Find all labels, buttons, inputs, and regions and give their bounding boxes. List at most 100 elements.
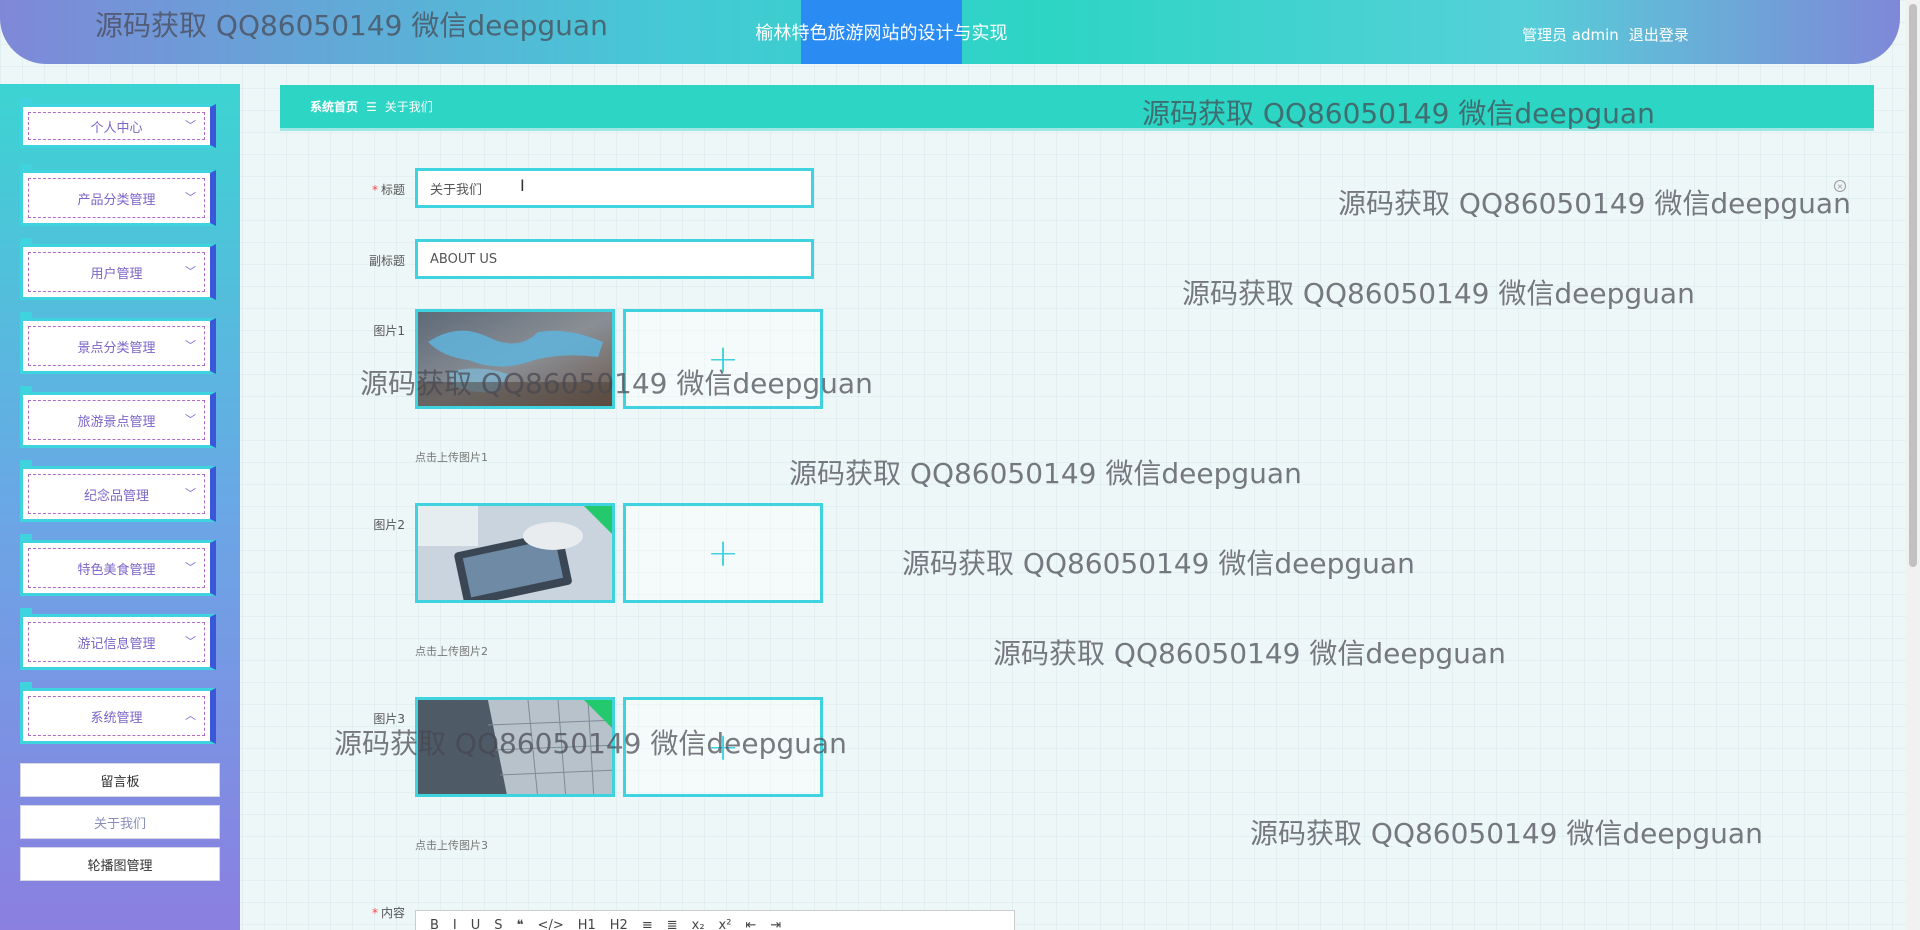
breadcrumb-current: 关于我们 [384,100,433,114]
chevron-down-icon: ﹀ [185,635,196,649]
image3-label: 图片3 [275,710,405,727]
strike-button[interactable]: S [494,918,502,930]
plus-icon: + [707,725,739,769]
logout-link[interactable]: 退出登录 [1629,24,1689,45]
image3-upload-tip: 点击上传图片3 [415,839,488,852]
superscript-button[interactable]: x² [719,918,732,930]
sidebar-item-inner: 特色美食管理 ﹀ [28,548,205,588]
watermark: 源码获取 QQ86050149 微信deepguan [1338,187,1851,220]
close-icon[interactable]: × [1834,180,1846,192]
sidebar-item-inner: 系统管理 ︿ [28,696,205,736]
sidebar-item-scenic-spots[interactable]: 旅游景点管理 ﹀ [20,386,216,448]
sidebar-item-inner: 产品分类管理 ﹀ [28,178,205,218]
sidebar-item-system[interactable]: 系统管理 ︿ [20,682,216,744]
watermark: 源码获取 QQ86050149 微信deepguan [789,457,1302,490]
sidebar-item-personal-center[interactable]: 个人中心 ﹀ [20,98,216,148]
sidebar-item-label: 游记信息管理 [77,636,156,652]
sidebar-subitem-label: 轮播图管理 [87,858,153,874]
user-area: 管理员 admin 退出登录 [1522,24,1689,45]
plus-icon: + [707,337,739,381]
sidebar-item-product-category[interactable]: 产品分类管理 ﹀ [20,164,216,226]
outdent-button[interactable]: ⇤ [745,918,756,930]
sidebar-item-inner: 用户管理 ﹀ [28,252,205,292]
h1-button[interactable]: H1 [578,918,596,930]
image1-upload-tip: 点击上传图片1 [415,451,488,464]
image3-thumbnail[interactable] [415,697,615,797]
sidebar-item-scenic-category[interactable]: 景点分类管理 ﹀ [20,312,216,374]
corner-ribbon [584,506,612,534]
sidebar-item-inner: 景点分类管理 ﹀ [28,326,205,366]
sidebar-item-label: 用户管理 [90,266,143,282]
image1-thumbnail[interactable] [415,309,615,409]
corner-ribbon [584,700,612,728]
sidebar-item-users[interactable]: 用户管理 ﹀ [20,238,216,300]
image3-label-text: 图片3 [373,712,405,726]
sidebar-subitem-label: 关于我们 [93,816,146,832]
sidebar-subitem-label: 留言板 [100,774,140,790]
subscript-button[interactable]: x₂ [692,918,705,930]
chevron-down-icon: ﹀ [185,191,196,205]
page-scrollbar[interactable] [1906,0,1920,930]
chevron-down-icon: ﹀ [185,487,196,501]
sidebar-item-label: 产品分类管理 [77,192,156,208]
site-title: 榆林特色旅游网站的设计与实现 [756,0,1008,64]
watermark: 源码获取 QQ86050149 微信deepguan [1250,817,1763,850]
breadcrumb-home[interactable]: 系统首页 [310,98,358,115]
sidebar: 个人中心 ﹀ 产品分类管理 ﹀ 用户管理 ﹀ 景点分类管理 ﹀ 旅游景点管理 ﹀ 纪念品管… [0,84,240,930]
sidebar-subitem-carousel[interactable]: 轮播图管理 [20,847,220,881]
sidebar-item-inner: 个人中心 ﹀ [28,112,205,140]
plus-icon: + [707,531,739,575]
chevron-down-icon: ﹀ [185,119,196,133]
title-label: * 标题 [275,181,405,198]
world-map-photo [418,312,612,406]
image3-upload-button[interactable]: + [623,697,823,797]
chevron-down-icon: ﹀ [185,339,196,353]
required-mark: * [371,906,378,920]
sidebar-item-travel-notes[interactable]: 游记信息管理 ﹀ [20,608,216,670]
title-field[interactable] [415,168,814,208]
italic-button[interactable]: I [453,918,457,930]
watermark: 源码获取 QQ86050149 微信deepguan [1182,277,1695,310]
sidebar-item-inner: 旅游景点管理 ﹀ [28,400,205,440]
sidebar-item-food[interactable]: 特色美食管理 ﹀ [20,534,216,596]
code-button[interactable]: </> [538,918,564,930]
subtitle-label-text: 副标题 [368,254,405,268]
content-label: * 内容 [275,904,405,921]
content-label-text: 内容 [380,906,405,920]
quote-button[interactable]: ❝ [517,918,524,930]
sidebar-item-label: 个人中心 [90,120,143,136]
chevron-down-icon: ﹀ [185,561,196,575]
subtitle-input[interactable] [430,251,799,267]
image1-label-text: 图片1 [373,324,405,338]
admin-username: 管理员 admin [1522,26,1619,44]
bullet-list-button[interactable]: ≣ [667,918,678,930]
title-input[interactable] [430,180,799,196]
indent-button[interactable]: ⇥ [770,918,781,930]
required-mark: * [371,183,378,197]
image2-thumbnail[interactable] [415,503,615,603]
sidebar-item-souvenirs[interactable]: 纪念品管理 ﹀ [20,460,216,522]
watermark: 源码获取 QQ86050149 微信deepguan [993,637,1506,670]
sidebar-subitem-message-board[interactable]: 留言板 [20,763,220,797]
image1-upload-button[interactable]: + [623,309,823,409]
image2-label-text: 图片2 [373,518,405,532]
subtitle-field[interactable] [415,239,814,279]
h2-button[interactable]: H2 [610,918,628,930]
sidebar-item-label: 景点分类管理 [77,340,156,356]
menu-icon: ☰ [366,99,377,114]
sidebar-item-label: 旅游景点管理 [77,414,156,430]
image2-label: 图片2 [275,516,405,533]
sidebar-item-inner: 游记信息管理 ﹀ [28,622,205,662]
bold-button[interactable]: B [430,918,439,930]
chevron-down-icon: ﹀ [185,413,196,427]
text-cursor-icon: Ⅰ [520,176,525,195]
rich-text-toolbar: B I U S ❝ </> H1 H2 ≡ ≣ x₂ x² ⇤ ⇥ [415,910,1015,930]
scrollbar-thumb[interactable] [1909,4,1917,567]
ordered-list-button[interactable]: ≡ [642,918,653,930]
title-label-text: 标题 [380,183,405,197]
underline-button[interactable]: U [471,918,481,930]
image2-upload-button[interactable]: + [623,503,823,603]
sidebar-subitem-about-us[interactable]: 关于我们 [20,805,220,839]
chevron-down-icon: ﹀ [185,265,196,279]
chevron-up-icon: ︿ [185,709,196,723]
